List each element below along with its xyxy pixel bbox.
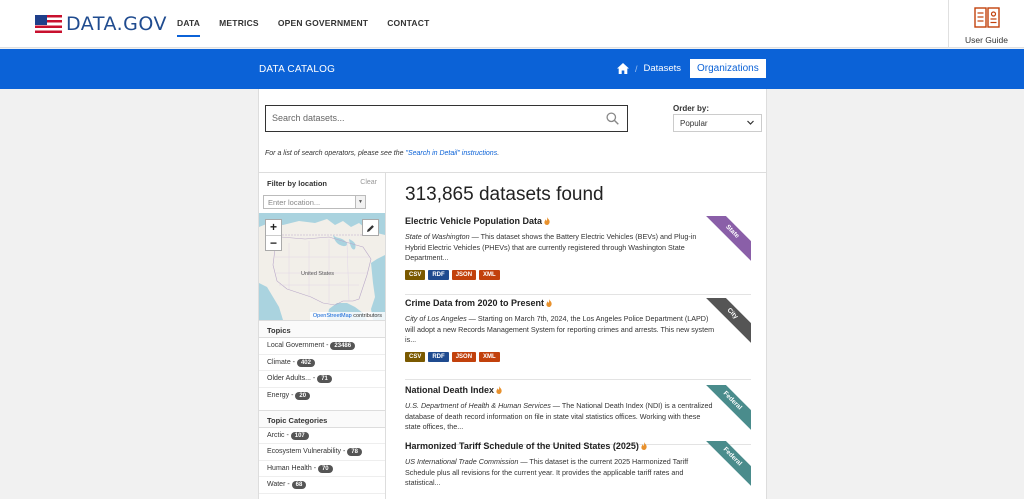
user-guide-label: User Guide (965, 35, 1008, 45)
format-badge-csv[interactable]: CSV (405, 351, 426, 362)
facet-item[interactable]: Human Health - 70 (259, 461, 385, 477)
facet-item[interactable]: Water - 68 (259, 477, 385, 494)
chevron-down-icon (747, 120, 754, 125)
search-hint: For a list of search operators, please s… (265, 150, 500, 157)
format-badge-xml[interactable]: XML (479, 269, 500, 280)
results-count: 313,865 datasets found (405, 184, 604, 205)
location-dropdown-toggle[interactable]: ▼ (355, 196, 365, 208)
map-zoom-controls: + − (265, 219, 282, 251)
location-map[interactable]: + − United States OpenStreetMap contribu… (259, 213, 385, 320)
org-type-ribbon: City (705, 298, 751, 344)
dataset-title-link[interactable]: Harmonized Tariff Schedule of the United… (405, 441, 751, 451)
breadcrumb: / Datasets Organizations (617, 59, 766, 78)
flame-icon (546, 299, 552, 307)
map-attribution: OpenStreetMap contributors (309, 312, 385, 320)
results-list: 313,865 datasets found Electric Vehicle … (405, 173, 751, 499)
location-clear-link[interactable]: Clear (360, 179, 377, 186)
count-badge: 107 (290, 431, 309, 440)
facet-item[interactable]: Local Government - 23486 (259, 338, 385, 355)
pencil-icon (367, 225, 374, 232)
flame-icon (641, 442, 647, 450)
breadcrumb-datasets[interactable]: Datasets (644, 63, 682, 74)
facet-item[interactable]: Climate - 402 (259, 355, 385, 371)
count-badge: 78 (347, 448, 362, 456)
nav-data[interactable]: DATA (177, 0, 201, 48)
format-badge-rdf[interactable]: RDF (428, 269, 449, 280)
facet-item[interactable]: Older Adults... - 71 (259, 371, 385, 388)
dataset-title-link[interactable]: National Death Index (405, 385, 751, 395)
count-badge: 71 (317, 375, 332, 383)
home-icon[interactable] (617, 63, 629, 74)
list-item: Electric Vehicle Population Data State o… (405, 216, 751, 295)
dataset-publisher: U.S. Department of Health & Human Servic… (405, 401, 551, 410)
count-badge: 23486 (330, 342, 356, 350)
list-item: Crime Data from 2020 to Present City of … (405, 298, 751, 380)
nav-contact[interactable]: CONTACT (387, 0, 429, 48)
org-type-ribbon: Federal (705, 441, 751, 487)
dataset-description: State of Washington — This dataset shows… (405, 232, 697, 263)
map-country-label: United States (301, 271, 335, 277)
org-type-ribbon: Federal (705, 385, 751, 431)
format-badge-csv[interactable]: CSV (405, 269, 426, 280)
format-badge-json[interactable]: JSON (451, 269, 477, 280)
logo-text: DATA.GOV (66, 13, 167, 35)
catalog-title: DATA CATALOG (259, 64, 336, 75)
org-type-ribbon: State (705, 216, 751, 262)
count-badge: 402 (296, 358, 315, 367)
facet-item[interactable]: Ecosystem Vulnerability - 78 (259, 444, 385, 461)
format-badge-rdf[interactable]: RDF (428, 351, 449, 362)
organizations-button[interactable]: Organizations (690, 59, 766, 78)
order-by-label: Order by: (673, 104, 710, 113)
location-filter-header: Filter by location Clear (259, 173, 385, 193)
draw-button[interactable] (362, 219, 379, 236)
flame-icon (544, 217, 550, 225)
count-badge: 68 (291, 481, 307, 489)
openstreetmap-link[interactable]: OpenStreetMap (313, 313, 352, 319)
location-filter-title: Filter by location (267, 179, 328, 188)
search-icon[interactable] (606, 112, 619, 125)
dataset-title-link[interactable]: Crime Data from 2020 to Present (405, 298, 751, 308)
format-badge-xml[interactable]: XML (479, 351, 500, 362)
format-badge-json[interactable]: JSON (451, 351, 477, 362)
site-header: DATA.GOV DATA METRICS OPEN GOVERNMENT CO… (0, 0, 1024, 48)
nav-metrics[interactable]: METRICS (219, 0, 259, 48)
order-by-value: Popular (680, 119, 708, 128)
book-icon (973, 7, 1000, 28)
topics-header: Topics (259, 320, 385, 338)
breadcrumb-separator: / (635, 63, 638, 74)
list-item: Harmonized Tariff Schedule of the United… (405, 441, 751, 499)
user-guide-button[interactable]: User Guide (948, 0, 1024, 48)
dataset-description: City of Los Angeles — Starting on March … (405, 314, 715, 345)
catalog-bar: DATA CATALOG / Datasets Organizations (0, 49, 1024, 89)
count-badge: 20 (295, 391, 311, 400)
search-in-detail-link[interactable]: "Search in Detail" instructions (405, 150, 497, 157)
count-badge: 70 (317, 464, 333, 473)
dataset-publisher: City of Los Angeles (405, 314, 467, 323)
search-input[interactable]: Search datasets... (265, 105, 628, 132)
zoom-out-button[interactable]: − (266, 235, 281, 250)
location-input[interactable]: Enter location... ▼ (263, 195, 366, 209)
dataset-title-link[interactable]: Electric Vehicle Population Data (405, 216, 751, 226)
catalog-panel: Search datasets... Order by: Popular For… (258, 89, 767, 499)
order-by-select[interactable]: Popular (673, 114, 762, 132)
facet-item[interactable]: Arctic - 107 (259, 428, 385, 444)
list-item: National Death Index U.S. Department of … (405, 385, 751, 445)
topic-categories-header: Topic Categories (259, 409, 385, 428)
dataset-description: US International Trade Commission — This… (405, 457, 689, 488)
dataset-publisher: State of Washington (405, 232, 470, 241)
flame-icon (496, 386, 502, 394)
dataset-publisher: US International Trade Commission (405, 457, 519, 466)
nav-open-government[interactable]: OPEN GOVERNMENT (278, 0, 368, 48)
facet-item[interactable]: Energy - 20 (259, 388, 385, 410)
search-placeholder: Search datasets... (272, 113, 345, 123)
zoom-in-button[interactable]: + (266, 220, 281, 235)
filter-sidebar: Filter by location Clear Enter location.… (259, 173, 386, 499)
location-placeholder: Enter location... (268, 198, 321, 207)
dataset-description: U.S. Department of Health & Human Servic… (405, 401, 713, 432)
us-flag-icon (35, 15, 62, 33)
format-badges: CSV RDF JSON XML (405, 351, 751, 362)
site-logo[interactable]: DATA.GOV (35, 13, 167, 35)
format-badges: CSV RDF JSON XML (405, 269, 751, 280)
main-nav: DATA METRICS OPEN GOVERNMENT CONTACT (177, 0, 430, 48)
